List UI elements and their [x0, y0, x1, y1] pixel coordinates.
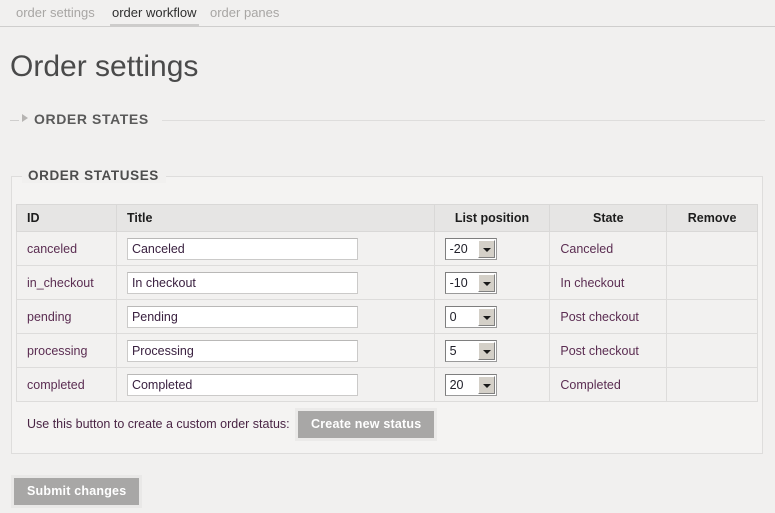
cell-id: canceled [16, 231, 117, 266]
table-row: pending 0 Post checkout [16, 299, 758, 334]
cell-list-position: -10 [433, 265, 551, 300]
cell-title [115, 265, 435, 300]
cell-title [115, 299, 435, 334]
cell-id: in_checkout [16, 265, 117, 300]
cell-state: Post checkout [549, 299, 668, 334]
column-header-id: ID [16, 204, 117, 232]
cell-title [115, 367, 435, 402]
tab-bar: order settings order workflow order pane… [0, 0, 775, 27]
table-header-row: ID Title List position State Remove [16, 204, 758, 232]
title-input[interactable] [126, 237, 358, 260]
chevron-down-icon[interactable] [477, 273, 495, 292]
order-statuses-fieldset: ORDER STATUSES ID Title List position St… [11, 168, 763, 454]
list-position-value: -10 [449, 275, 468, 290]
title-input[interactable] [126, 271, 358, 294]
column-header-state: State [549, 204, 668, 232]
table-row: canceled -20 Canceled [16, 231, 758, 266]
section-divider [162, 120, 765, 121]
cell-remove [666, 299, 758, 334]
list-position-select[interactable]: 5 [444, 339, 497, 362]
tab-order-workflow[interactable]: order workflow [110, 4, 199, 27]
list-position-value: -20 [449, 241, 468, 256]
cell-state: In checkout [549, 265, 668, 300]
triangle-right-icon[interactable] [22, 114, 28, 122]
create-new-status-button-wrap: Create new status [295, 408, 438, 441]
list-position-value: 5 [449, 343, 457, 358]
create-status-row: Use this button to create a custom order… [16, 408, 758, 442]
list-position-select[interactable]: -20 [444, 237, 497, 260]
cell-id: completed [16, 367, 117, 402]
chevron-down-icon[interactable] [477, 341, 495, 360]
column-header-title: Title [115, 204, 435, 232]
list-position-value: 0 [449, 309, 457, 324]
chevron-down-icon[interactable] [477, 307, 495, 326]
tab-order-settings[interactable]: order settings [14, 4, 97, 24]
cell-state: Canceled [549, 231, 668, 266]
submit-changes-button-wrap: Submit changes [11, 475, 143, 508]
title-input[interactable] [126, 373, 358, 396]
cell-list-position: 5 [433, 333, 551, 368]
section-label-order-states[interactable]: ORDER STATES [34, 111, 149, 127]
chevron-down-icon[interactable] [477, 375, 495, 394]
tab-order-panes[interactable]: order panes [208, 4, 281, 24]
table-row: processing 5 Post checkout [16, 333, 758, 368]
cell-id: pending [16, 299, 117, 334]
chevron-down-icon[interactable] [477, 239, 495, 258]
title-input[interactable] [126, 339, 358, 362]
page-title: Order settings [10, 50, 199, 83]
cell-list-position: 20 [433, 367, 551, 402]
table-row: completed 20 Completed [16, 367, 758, 402]
cell-state: Post checkout [549, 333, 668, 368]
cell-list-position: -20 [433, 231, 551, 266]
list-position-select[interactable]: -10 [444, 271, 497, 294]
fieldset-legend: ORDER STATUSES [22, 168, 166, 183]
cell-id: processing [16, 333, 117, 368]
column-header-list-position: List position [433, 204, 551, 232]
list-position-select[interactable]: 20 [444, 373, 497, 396]
list-position-value: 20 [449, 377, 464, 392]
create-status-label: Use this button to create a custom order… [27, 417, 290, 431]
cell-remove [666, 333, 758, 368]
cell-remove [666, 265, 758, 300]
create-new-status-button[interactable]: Create new status [298, 411, 435, 438]
submit-changes-button[interactable]: Submit changes [14, 478, 140, 505]
column-header-remove: Remove [666, 204, 758, 232]
cell-remove [666, 231, 758, 266]
cell-title [115, 333, 435, 368]
cell-title [115, 231, 435, 266]
cell-remove [666, 367, 758, 402]
order-states-section-header[interactable]: ORDER STATES [10, 108, 765, 132]
title-input[interactable] [126, 305, 358, 328]
table-row: in_checkout -10 In checkout [16, 265, 758, 300]
cell-list-position: 0 [433, 299, 551, 334]
cell-state: Completed [549, 367, 668, 402]
list-position-select[interactable]: 0 [444, 305, 497, 328]
order-statuses-table: ID Title List position State Remove canc… [16, 204, 758, 402]
section-leading-dash [10, 120, 19, 121]
